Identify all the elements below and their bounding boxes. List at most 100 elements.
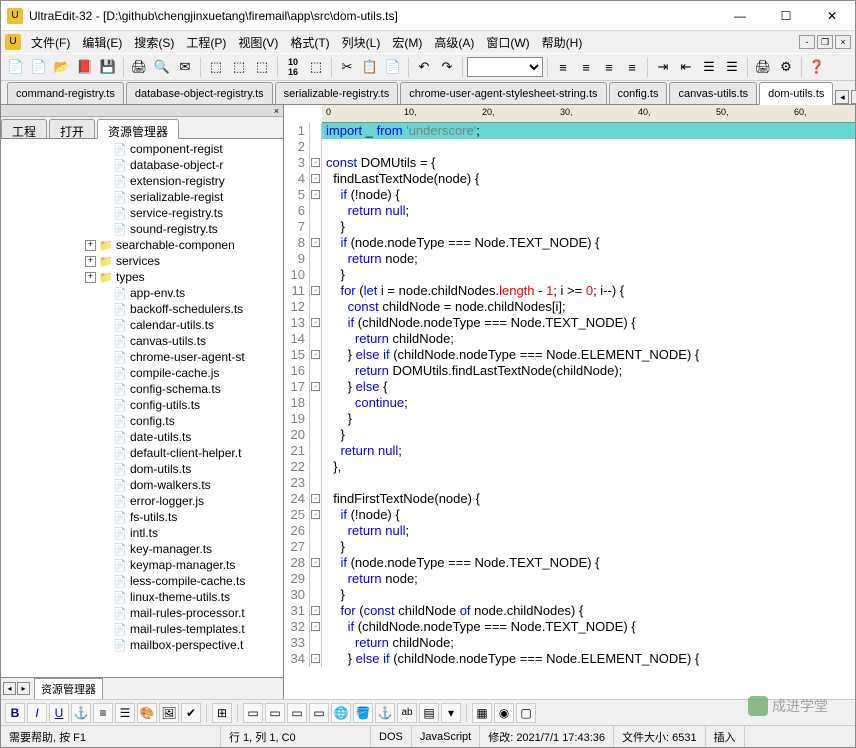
cut-button[interactable]: ✂	[336, 56, 358, 78]
redo-button[interactable]: ↷	[436, 56, 458, 78]
menu-advanced[interactable]: 高级(A)	[428, 32, 480, 53]
tree-file[interactable]: 📄key-manager.ts	[1, 541, 283, 557]
code-line[interactable]: 19 }	[284, 411, 855, 427]
tree-file[interactable]: 📄backoff-schedulers.ts	[1, 301, 283, 317]
tree-file[interactable]: 📄config.ts	[1, 413, 283, 429]
paint-button[interactable]: 🎨	[137, 703, 157, 723]
code-line[interactable]: 6 return null;	[284, 203, 855, 219]
new-button[interactable]: 📄	[5, 56, 27, 78]
tree-file[interactable]: 📄calendar-utils.ts	[1, 317, 283, 333]
help-button[interactable]: ❓	[806, 56, 828, 78]
paste-button[interactable]: 📄	[382, 56, 404, 78]
tool-c[interactable]: ▭	[287, 703, 307, 723]
code-line[interactable]: 15- } else if (childNode.nodeType === No…	[284, 347, 855, 363]
tree-file[interactable]: 📄component-regist	[1, 141, 283, 157]
tree-file[interactable]: 📄less-compile-cache.ts	[1, 573, 283, 589]
close-button[interactable]: ✕	[809, 1, 855, 31]
code-line[interactable]: 26 return null;	[284, 523, 855, 539]
panel-bottom-tab[interactable]: 资源管理器	[34, 678, 103, 700]
bold-button[interactable]: B	[5, 703, 25, 723]
underline-button[interactable]: U	[49, 703, 69, 723]
tree-file[interactable]: 📄keymap-manager.ts	[1, 557, 283, 573]
list-button[interactable]: ≡	[93, 703, 113, 723]
panel-tab-open[interactable]: 打开	[49, 119, 95, 138]
code-line[interactable]: 21 return null;	[284, 443, 855, 459]
menu-column[interactable]: 列块(L)	[336, 32, 387, 53]
code-line[interactable]: 32- if (childNode.nodeType === Node.TEXT…	[284, 619, 855, 635]
tree-folder[interactable]: +📁searchable-componen	[1, 237, 283, 253]
code-line[interactable]: 5- if (!node) {	[284, 187, 855, 203]
printer-button[interactable]: 🖨	[752, 56, 774, 78]
tabscroll-left-button[interactable]: ◂	[835, 90, 849, 104]
close-file-button[interactable]: 📕	[74, 56, 96, 78]
tree-file[interactable]: 📄linux-theme-utils.ts	[1, 589, 283, 605]
open-button[interactable]: 📂	[51, 56, 73, 78]
tree-folder[interactable]: +📁services	[1, 253, 283, 269]
menu-format[interactable]: 格式(T)	[284, 32, 335, 53]
panel-close-button[interactable]: ×	[274, 106, 279, 116]
code-line[interactable]: 10 }	[284, 267, 855, 283]
code-line[interactable]: 16 return DOMUtils.findLastTextNode(chil…	[284, 363, 855, 379]
outdent-button[interactable]: ⇤	[675, 56, 697, 78]
align1-button[interactable]: ≡	[552, 56, 574, 78]
code-area[interactable]: 1import _ from 'underscore';23-const DOM…	[284, 123, 855, 699]
code-line[interactable]: 7 }	[284, 219, 855, 235]
tree-file[interactable]: 📄config-utils.ts	[1, 397, 283, 413]
code-line[interactable]: 33 return childNode;	[284, 635, 855, 651]
code-line[interactable]: 28- if (node.nodeType === Node.TEXT_NODE…	[284, 555, 855, 571]
file-tree[interactable]: 📄component-regist📄database-object-r📄exte…	[1, 139, 283, 677]
tool2-button[interactable]: ⬚	[228, 56, 250, 78]
code-line[interactable]: 11- for (let i = node.childNodes.length …	[284, 283, 855, 299]
code-line[interactable]: 18 continue;	[284, 395, 855, 411]
align4-button[interactable]: ≡	[621, 56, 643, 78]
code-line[interactable]: 12 const childNode = node.childNodes[i];	[284, 299, 855, 315]
check-button[interactable]: ✔	[181, 703, 201, 723]
menu-view[interactable]: 视图(V)	[232, 32, 284, 53]
tree-file[interactable]: 📄service-registry.ts	[1, 205, 283, 221]
menu-edit[interactable]: 编辑(E)	[76, 32, 128, 53]
tree-file[interactable]: 📄error-logger.js	[1, 493, 283, 509]
code-line[interactable]: 30 }	[284, 587, 855, 603]
tool-ab[interactable]: ab	[397, 703, 417, 723]
code-line[interactable]: 1import _ from 'underscore';	[284, 123, 855, 139]
tree-file[interactable]: 📄canvas-utils.ts	[1, 333, 283, 349]
code-line[interactable]: 29 return node;	[284, 571, 855, 587]
numlist-button[interactable]: ☰	[115, 703, 135, 723]
panel-tab-explorer[interactable]: 资源管理器	[97, 119, 179, 139]
search-combo[interactable]	[467, 57, 543, 77]
code-line[interactable]: 14 return childNode;	[284, 331, 855, 347]
tree-file[interactable]: 📄fs-utils.ts	[1, 509, 283, 525]
image-button[interactable]: 🖼	[159, 703, 179, 723]
file-tab[interactable]: config.ts	[609, 82, 668, 104]
code-line[interactable]: 4- findLastTextNode(node) {	[284, 171, 855, 187]
code-line[interactable]: 31- for (const childNode of node.childNo…	[284, 603, 855, 619]
tool-b[interactable]: ▭	[265, 703, 285, 723]
file-tab[interactable]: dom-utils.ts	[759, 82, 833, 105]
menu-file[interactable]: 文件(F)	[25, 32, 76, 53]
code-line[interactable]: 34- } else if (childNode.nodeType === No…	[284, 651, 855, 667]
code-line[interactable]: 9 return node;	[284, 251, 855, 267]
align2-button[interactable]: ≡	[575, 56, 597, 78]
mdi-minimize-button[interactable]: -	[799, 35, 815, 49]
menu-search[interactable]: 搜索(S)	[128, 32, 180, 53]
code-line[interactable]: 3-const DOMUtils = {	[284, 155, 855, 171]
tree-file[interactable]: 📄config-schema.ts	[1, 381, 283, 397]
file-tab[interactable]: command-registry.ts	[7, 82, 124, 104]
mail-button[interactable]: ✉	[174, 56, 196, 78]
menu-project[interactable]: 工程(P)	[180, 32, 232, 53]
menu-help[interactable]: 帮助(H)	[536, 32, 589, 53]
copy-button[interactable]: 📋	[359, 56, 381, 78]
file-tab[interactable]: chrome-user-agent-stylesheet-string.ts	[400, 82, 606, 104]
tree-file[interactable]: 📄date-utils.ts	[1, 429, 283, 445]
code-line[interactable]: 2	[284, 139, 855, 155]
indent-button[interactable]: ⇥	[652, 56, 674, 78]
tree-file[interactable]: 📄database-object-r	[1, 157, 283, 173]
tool3-button[interactable]: ⬚	[251, 56, 273, 78]
tool-d[interactable]: ▭	[309, 703, 329, 723]
menu-window[interactable]: 窗口(W)	[480, 32, 535, 53]
new2-button[interactable]: 📄	[28, 56, 50, 78]
tool-grid[interactable]: ▦	[472, 703, 492, 723]
code-line[interactable]: 20 }	[284, 427, 855, 443]
code-line[interactable]: 13- if (childNode.nodeType === Node.TEXT…	[284, 315, 855, 331]
settings-button[interactable]: ⚙	[775, 56, 797, 78]
